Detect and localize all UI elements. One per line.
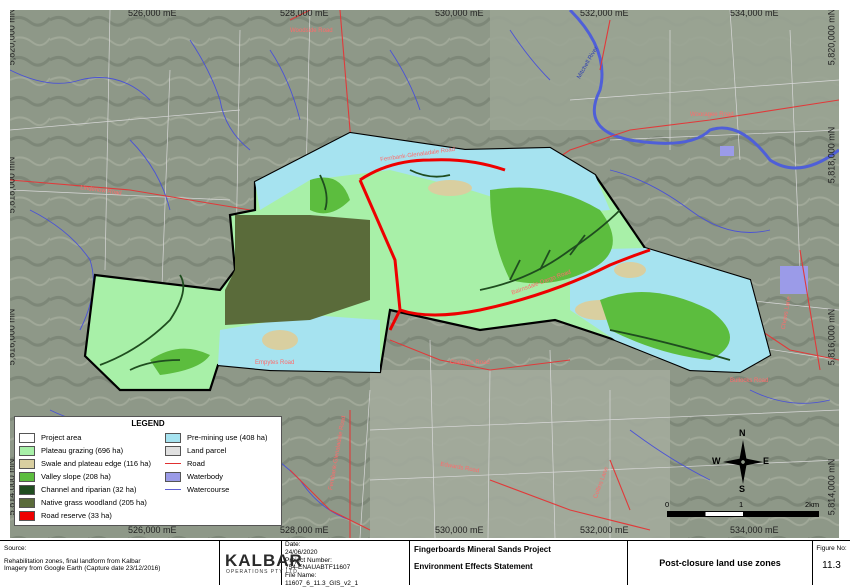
figure-no-label: Figure No: (816, 545, 847, 552)
legend-item: Road (165, 458, 205, 469)
easting-label: 528,000 mE (280, 10, 329, 18)
project-title: Fingerboards Mineral Sands Project (414, 545, 551, 554)
legend-item: Pre-mining use (408 ha) (165, 432, 267, 443)
northing-label: 5,820,000 mN (826, 10, 837, 66)
scale-one: 1 (739, 500, 744, 509)
scale-bar: 0 1 2km (665, 500, 825, 522)
legend-swatch (165, 445, 181, 456)
kalbar-logo: KALBAR (225, 551, 303, 570)
legend-label: Native grass woodland (205 ha) (41, 498, 147, 507)
legend-item: Land parcel (165, 445, 226, 456)
north-label: N (739, 428, 746, 438)
legend-item: Watercourse (165, 484, 229, 495)
legend-swatch (165, 432, 181, 443)
legend-label: Plateau grazing (696 ha) (41, 446, 124, 455)
kalbar-logo-sub: OPERATIONS PTY LTD (226, 569, 298, 575)
legend-label: Channel and riparian (32 ha) (41, 485, 137, 494)
legend-swatch (19, 497, 35, 508)
road-label: Empytes Road (255, 360, 295, 366)
legend-label: Road (187, 459, 205, 468)
easting-label: 530,000 mE (435, 525, 484, 535)
east-label: E (763, 456, 770, 466)
northing-label: 5,816,000 mN (826, 308, 837, 366)
figure-title-cell: Post-closure land use zones (628, 541, 813, 585)
figure-no-value: 11.3 (822, 560, 841, 571)
legend-label: Swale and plateau edge (116 ha) (41, 459, 151, 468)
legend-item: Plateau grazing (696 ha) (19, 445, 123, 456)
file-name-label: File Name: (285, 572, 317, 580)
legend-swatch (19, 458, 35, 469)
project-number-value: 754-ENAUABTF11607 (285, 564, 351, 572)
legend: LEGEND Project area Plateau grazing (696 … (14, 416, 282, 526)
legend-line-swatch (165, 463, 181, 464)
road-label: Woodside Road (290, 28, 333, 34)
report-title: Environment Effects Statement (414, 562, 533, 571)
legend-label: Pre-mining use (408 ha) (187, 433, 268, 442)
northing-label: 5,818,000 mN (10, 156, 17, 214)
easting-label: 528,000 mE (280, 525, 329, 535)
northing-label: 5,814,000 mN (826, 458, 837, 516)
south-label: S (739, 484, 746, 494)
legend-label: Watercourse (187, 485, 230, 494)
legend-swatch (19, 445, 35, 456)
legend-item: Swale and plateau edge (116 ha) (19, 458, 151, 469)
road-label: Wooragee Road (690, 112, 734, 118)
compass-icon (723, 440, 763, 484)
legend-swatch (19, 471, 35, 482)
legend-item: Channel and riparian (32 ha) (19, 484, 136, 495)
legend-line-swatch (165, 489, 181, 490)
legend-item: Project area (19, 432, 81, 443)
figure-number-cell: Figure No: 11.3 (813, 541, 850, 585)
source-cell: Source: Rehabilitation zones, final land… (0, 541, 220, 585)
legend-label: Project area (41, 433, 82, 442)
easting-label: 532,000 mE (580, 525, 629, 535)
paddock-area (370, 370, 670, 538)
legend-swatch (19, 510, 35, 521)
source-line: Imagery from Google Earth (Capture date … (4, 565, 161, 572)
easting-label: 534,000 mE (730, 10, 779, 18)
project-number-label: Project Number: (285, 556, 332, 564)
easting-label: 526,000 mE (128, 10, 177, 18)
easting-label: 530,000 mE (435, 10, 484, 18)
source-line: Rehabilitation zones, final landform fro… (4, 558, 141, 565)
source-label: Source: (4, 545, 27, 552)
figure-title: Post-closure land use zones (659, 558, 781, 568)
northing-label: 5,816,000 mN (10, 308, 17, 366)
road-label: Bullocks Road (730, 378, 769, 384)
legend-item: Road reserve (33 ha) (19, 510, 112, 521)
legend-swatch (19, 432, 35, 443)
legend-title: LEGEND (131, 419, 165, 428)
north-arrow: N S W E (712, 428, 770, 494)
legend-swatch (165, 471, 181, 482)
legend-label: Road reserve (33 ha) (41, 511, 112, 520)
legend-swatch (19, 484, 35, 495)
legend-item: Native grass woodland (205 ha) (19, 497, 147, 508)
road-label: Cheltons Road (450, 360, 490, 366)
legend-label: Land parcel (187, 446, 227, 455)
legend-label: Waterbody (187, 472, 223, 481)
legend-item: Valley slope (208 ha) (19, 471, 111, 482)
easting-label: 532,000 mE (580, 10, 629, 18)
project-cell: Fingerboards Mineral Sands Project Envir… (410, 541, 628, 585)
scale-two: 2km (805, 500, 820, 509)
title-block: Source: Rehabilitation zones, final land… (0, 540, 850, 587)
waterbody (720, 146, 734, 156)
northing-label: 5,818,000 mN (826, 126, 837, 184)
scale-zero: 0 (665, 500, 670, 509)
easting-label: 526,000 mE (128, 525, 177, 535)
legend-label: Valley slope (208 ha) (41, 472, 111, 481)
easting-label: 534,000 mE (730, 525, 779, 535)
date-value: 24/06/2020 (285, 548, 318, 556)
west-label: W (712, 456, 721, 466)
legend-item: Waterbody (165, 471, 223, 482)
paddock-area (490, 10, 839, 130)
northing-label: 5,820,000 mN (10, 10, 17, 66)
date-label: Date: (285, 541, 301, 548)
